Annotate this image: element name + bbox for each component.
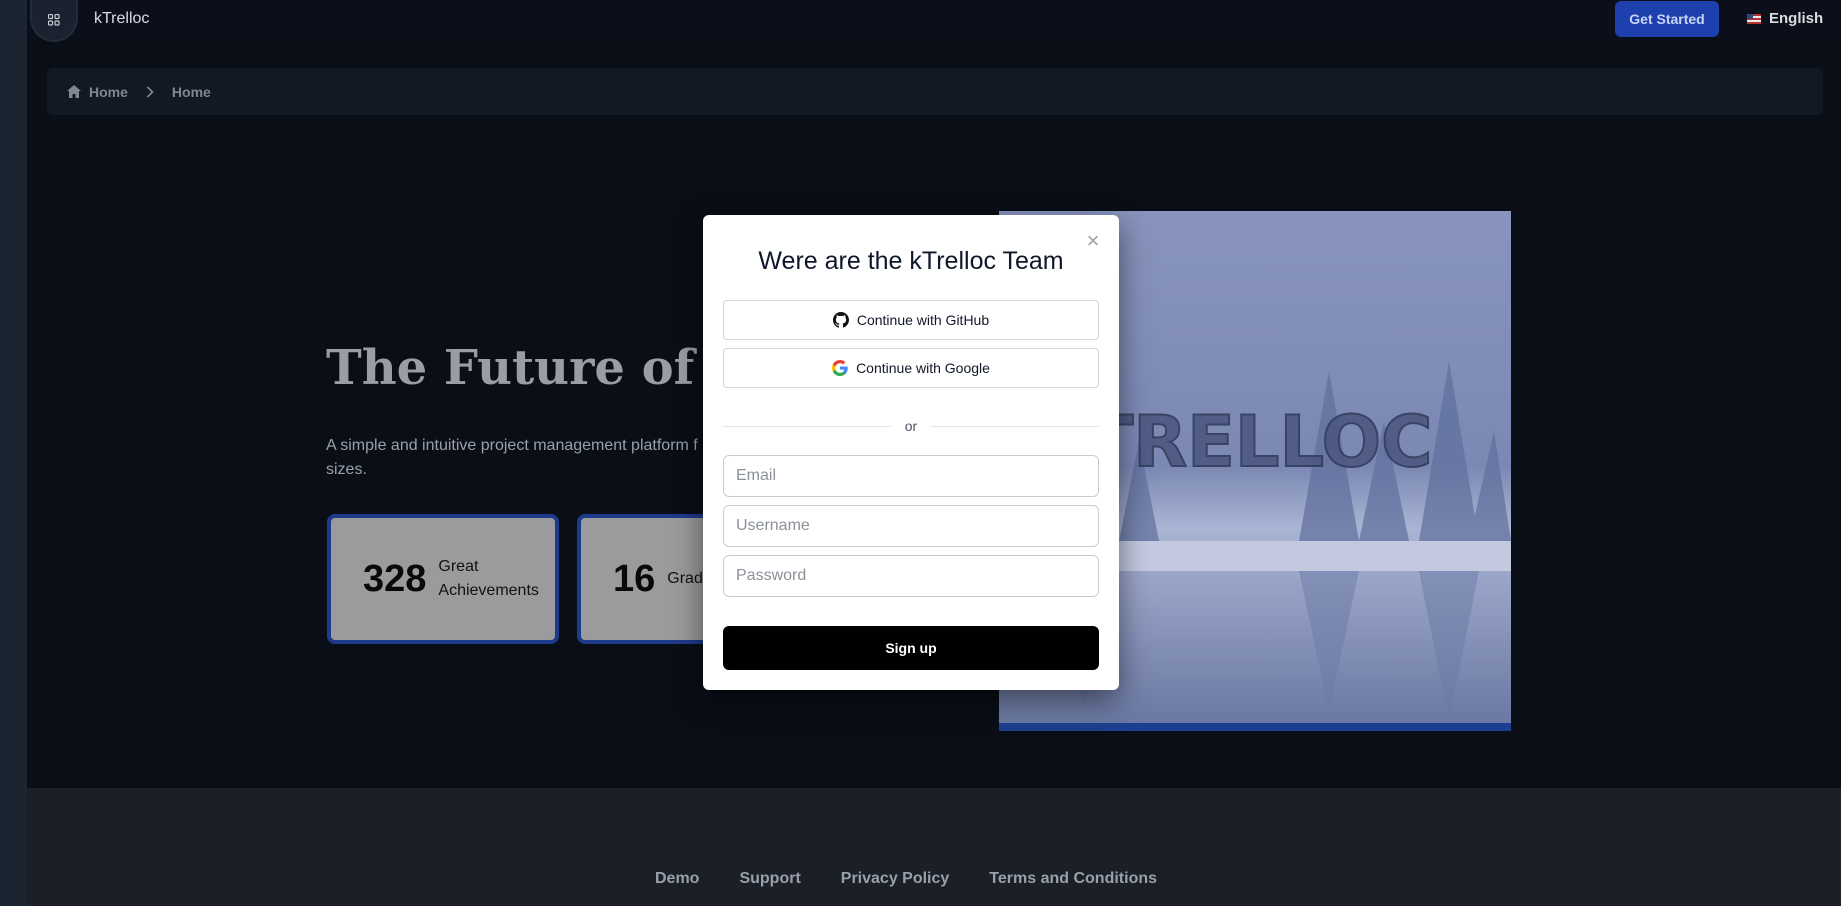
signup-button[interactable]: Sign up bbox=[723, 626, 1099, 670]
google-icon bbox=[832, 360, 848, 376]
google-label: Continue with Google bbox=[856, 360, 990, 376]
github-button[interactable]: Continue with GitHub bbox=[723, 300, 1099, 340]
github-label: Continue with GitHub bbox=[856, 312, 990, 328]
password-field[interactable] bbox=[723, 555, 1099, 597]
divider-line bbox=[931, 426, 1099, 427]
google-button[interactable]: Continue with Google bbox=[723, 348, 1099, 388]
modal-title: Were are the kTrelloc Team bbox=[758, 247, 1064, 275]
email-field[interactable] bbox=[723, 455, 1099, 497]
or-divider: or bbox=[723, 418, 1099, 434]
signup-modal: × Were are the kTrelloc Team Continue wi… bbox=[703, 215, 1119, 690]
username-field[interactable] bbox=[723, 505, 1099, 547]
github-icon bbox=[832, 312, 849, 328]
